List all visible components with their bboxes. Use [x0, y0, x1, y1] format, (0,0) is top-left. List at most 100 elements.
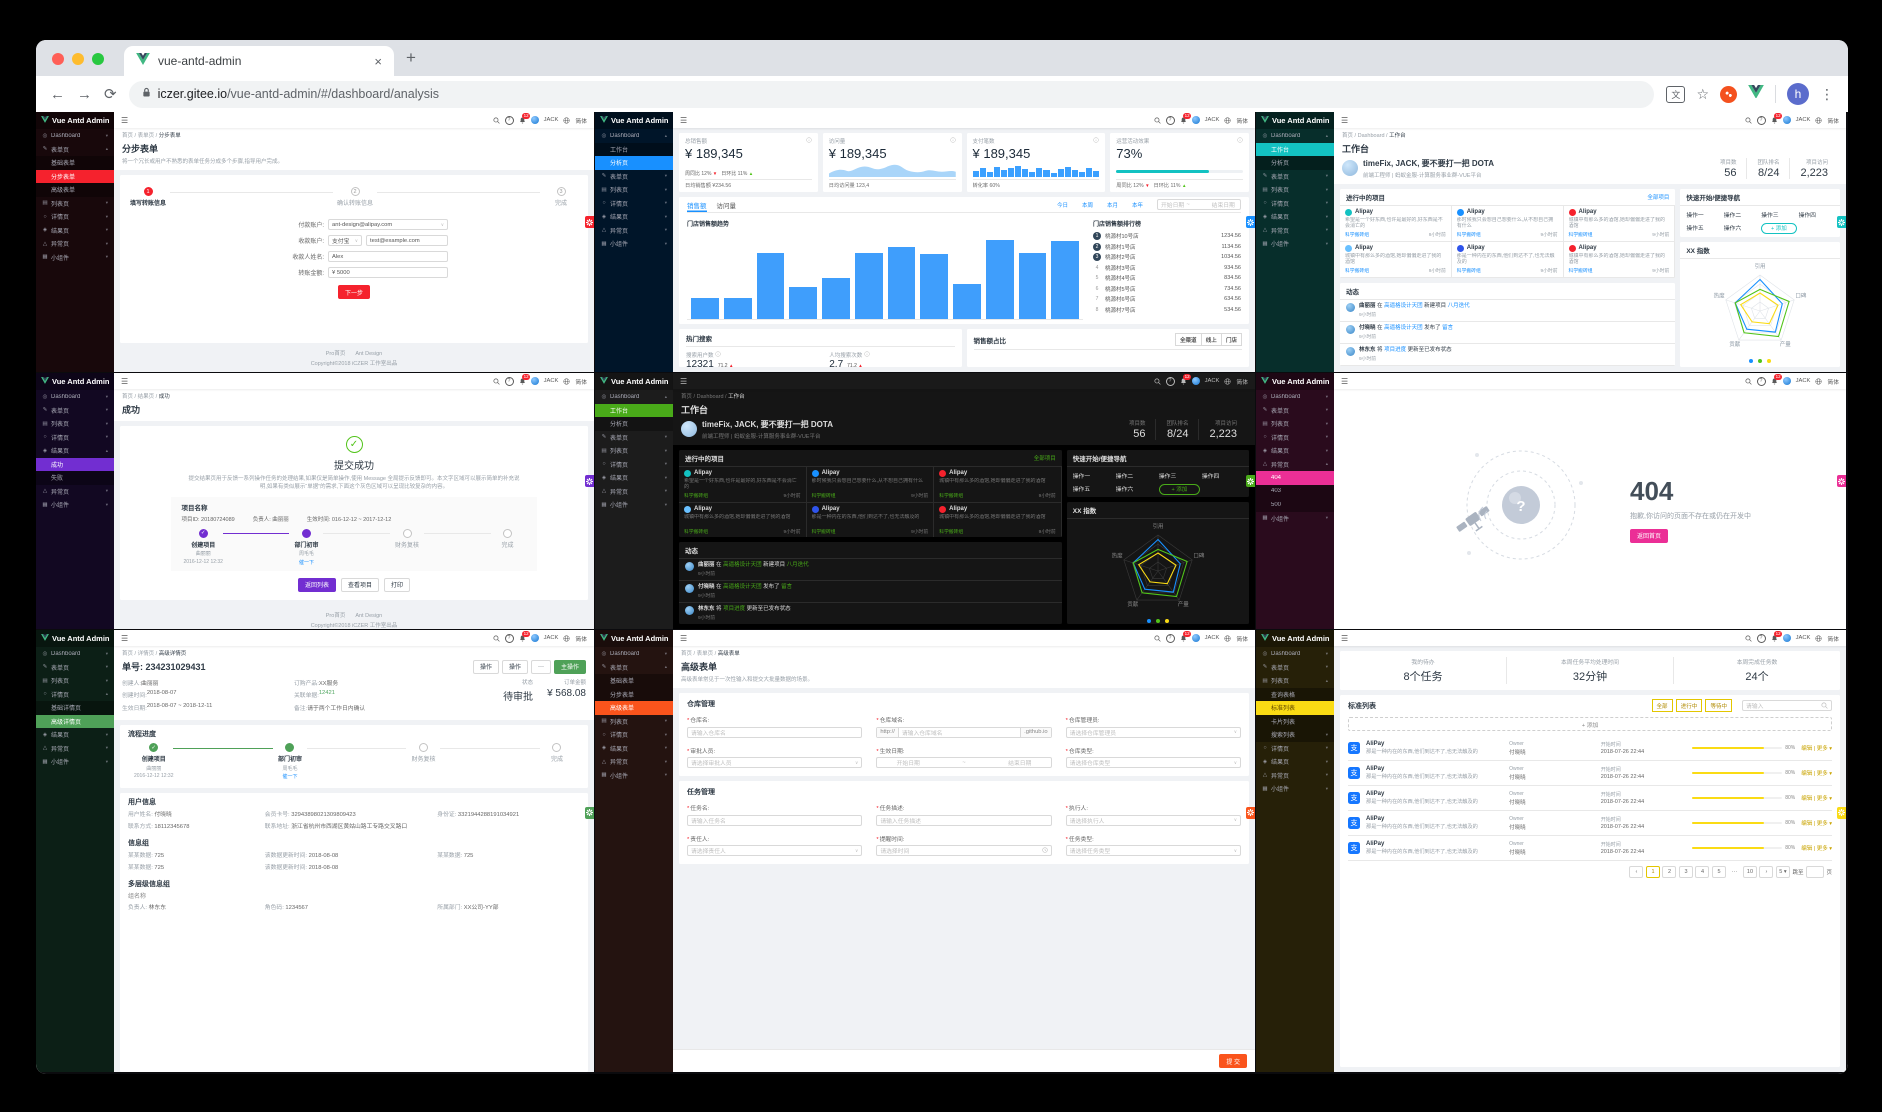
sidebar-item-详情页[interactable]: ○ 详情页 ▾ [36, 431, 114, 445]
sidebar-item-异常页[interactable]: △ 异常页 ▾ [36, 237, 114, 251]
footer-link[interactable]: Ant Design [355, 351, 382, 357]
footer-link[interactable]: Pro首页 [326, 351, 346, 357]
language-label[interactable]: 简体 [1236, 116, 1248, 125]
page-nav[interactable]: › [1759, 866, 1774, 878]
more-link[interactable]: 更多 ▾ [1817, 771, 1832, 777]
feed-link[interactable]: 高逼格设计天团 [723, 562, 762, 568]
project-group-link[interactable]: 科学搬砖组 [1569, 267, 1593, 274]
feed-link[interactable]: 高逼格设计天团 [723, 584, 762, 590]
sidebar-item-异常页[interactable]: △ 异常页 ▾ [1256, 769, 1334, 783]
list-search-input[interactable]: 请输入 [1742, 700, 1832, 711]
project-cell[interactable]: Alipay 那时候我只会想自己想要什么,从不想自己拥有什么 科学搬砖组 9小时前 [806, 466, 935, 503]
sidebar-item-Dashboard[interactable]: ◎ Dashboard ▾ [36, 647, 114, 661]
search-icon[interactable] [493, 634, 500, 642]
feed-link[interactable]: 项目进度 [723, 606, 745, 612]
sidebar-item-Dashboard[interactable]: ◎ Dashboard ▾ [1256, 390, 1334, 404]
theme-settings-gear-icon[interactable] [1837, 216, 1846, 228]
sidebar-item-小组件[interactable]: ▦ 小组件 ▾ [595, 498, 673, 512]
op-操作五[interactable]: 操作五 [1073, 484, 1114, 495]
input-仓库域名[interactable]: http://请输入仓库域名 .github.io [876, 726, 1052, 738]
user-avatar[interactable] [1191, 377, 1200, 385]
feed-link[interactable]: 八月迭代 [1448, 303, 1470, 309]
input-任务描述[interactable]: 请输入任务描述 [876, 814, 1052, 826]
op-操作四[interactable]: 操作四 [1202, 471, 1243, 480]
page-2[interactable]: 2 [1662, 866, 1677, 878]
menu-fold-icon[interactable]: ☰ [1341, 634, 1348, 643]
add-op-button[interactable]: + 添加 [1158, 483, 1200, 495]
more-link[interactable]: 更多 ▾ [1817, 821, 1832, 827]
sidebar-item-高级详情页[interactable]: 高级详情页 [36, 714, 114, 728]
feed-link[interactable]: 高逼格设计天团 [1384, 325, 1423, 331]
breadcrumb-item[interactable]: 详情页 [138, 651, 155, 657]
page-3[interactable]: 3 [1678, 866, 1693, 878]
sidebar-item-表单页[interactable]: ✎ 表单页 ▾ [595, 431, 673, 445]
feed-user[interactable]: 付晓晓 [1359, 325, 1376, 331]
sidebar-item-500[interactable]: 500 [1256, 498, 1334, 512]
edit-link[interactable]: 编辑 [1801, 796, 1812, 802]
sidebar-item-失败[interactable]: 失败 [36, 471, 114, 485]
language-label[interactable]: 简体 [1236, 377, 1248, 386]
sidebar-item-异常页[interactable]: △ 异常页 ▾ [36, 742, 114, 756]
project-group-link[interactable]: 科学搬砖组 [1345, 267, 1369, 274]
new-tab-button[interactable]: + [406, 48, 416, 68]
help-icon[interactable]: ? [1165, 115, 1175, 125]
theme-settings-gear-icon[interactable] [1837, 806, 1846, 819]
user-avatar[interactable] [1782, 116, 1791, 124]
step-link[interactable]: 催一下 [282, 774, 297, 780]
sidebar-item-工作台[interactable]: 工作台 [595, 142, 673, 156]
sidebar-item-Dashboard[interactable]: ◎ Dashboard ▾ [36, 129, 114, 143]
help-icon[interactable]: ? [1756, 376, 1766, 386]
select-审批人员[interactable]: 请选择审批人员 ∨ [687, 757, 863, 768]
notification-bell-icon[interactable]: 12 [1180, 374, 1192, 385]
vue-devtools-icon[interactable] [1748, 84, 1764, 104]
op-操作四[interactable]: 操作四 [1799, 210, 1834, 219]
breadcrumb-item[interactable]: 首页 [1342, 133, 1353, 139]
sidebar-item-404[interactable]: 404 [1256, 471, 1334, 485]
help-icon[interactable]: ? [1165, 376, 1175, 386]
language-label[interactable]: 简体 [575, 377, 587, 386]
jump-input[interactable] [1805, 866, 1824, 878]
notification-bell-icon[interactable]: 12 [519, 631, 531, 642]
op-操作六[interactable]: 操作六 [1724, 223, 1759, 234]
op-操作三[interactable]: 操作三 [1761, 210, 1796, 219]
menu-fold-icon[interactable]: ☰ [121, 377, 128, 386]
menu-fold-icon[interactable]: ☰ [680, 377, 687, 386]
theme-settings-gear-icon[interactable] [1246, 806, 1255, 819]
sidebar-item-工作台[interactable]: 工作台 [595, 403, 673, 417]
sidebar-item-详情页[interactable]: ○ 详情页 ▾ [595, 728, 673, 742]
zoom-window-button[interactable] [92, 53, 104, 65]
menu-fold-icon[interactable]: ☰ [680, 634, 687, 643]
breadcrumb-item[interactable]: 首页 [681, 394, 692, 400]
sidebar-item-基础表单[interactable]: 基础表单 [595, 674, 673, 688]
project-group-link[interactable]: 科学搬砖组 [684, 492, 708, 499]
edit-link[interactable]: 编辑 [1801, 746, 1812, 752]
user-avatar[interactable] [1191, 634, 1200, 642]
step-link[interactable]: 催一下 [299, 560, 314, 566]
breadcrumb-item[interactable]: 表单页 [697, 651, 714, 657]
sidebar-item-结果页[interactable]: ◈ 结果页 ▾ [595, 210, 673, 224]
search-icon[interactable] [1745, 634, 1752, 642]
sidebar-item-Dashboard[interactable]: ◎ Dashboard ▴ [595, 129, 673, 143]
select-执行人[interactable]: 请选择执行人 ∨ [1065, 814, 1241, 826]
language-label[interactable]: 简体 [1236, 634, 1248, 643]
sidebar-item-小组件[interactable]: ▦ 小组件 ▾ [36, 498, 114, 512]
project-group-link[interactable]: 科学搬砖组 [1457, 231, 1481, 238]
sidebar-item-分步表单[interactable]: 分步表单 [595, 687, 673, 701]
primary-action-button[interactable]: 主操作 [553, 659, 586, 674]
feed-user[interactable]: 曲丽丽 [1359, 303, 1376, 309]
user-avatar[interactable] [530, 634, 539, 642]
project-group-link[interactable]: 科学搬砖组 [939, 528, 963, 535]
button-查看项目[interactable]: 查看项目 [340, 577, 379, 592]
page-size-select[interactable]: 5 ▾ [1775, 866, 1790, 878]
breadcrumb-item[interactable]: 首页 [122, 651, 133, 657]
sidebar-item-小组件[interactable]: ▦ 小组件 ▾ [1256, 512, 1334, 526]
input-转账金额:[interactable]: ¥ 5000 [328, 267, 448, 278]
filter-全部[interactable]: 全部 [1651, 699, 1673, 712]
notification-bell-icon[interactable]: 12 [1771, 374, 1783, 385]
submit-button[interactable]: 提 交 [1219, 1054, 1247, 1068]
action-button[interactable]: 操作 [501, 659, 528, 674]
tab-访问量[interactable]: 访问量 [717, 197, 737, 212]
theme-settings-gear-icon[interactable] [585, 475, 594, 488]
feed-user[interactable]: 林东东 [1359, 347, 1376, 353]
edit-link[interactable]: 编辑 [1801, 771, 1812, 777]
